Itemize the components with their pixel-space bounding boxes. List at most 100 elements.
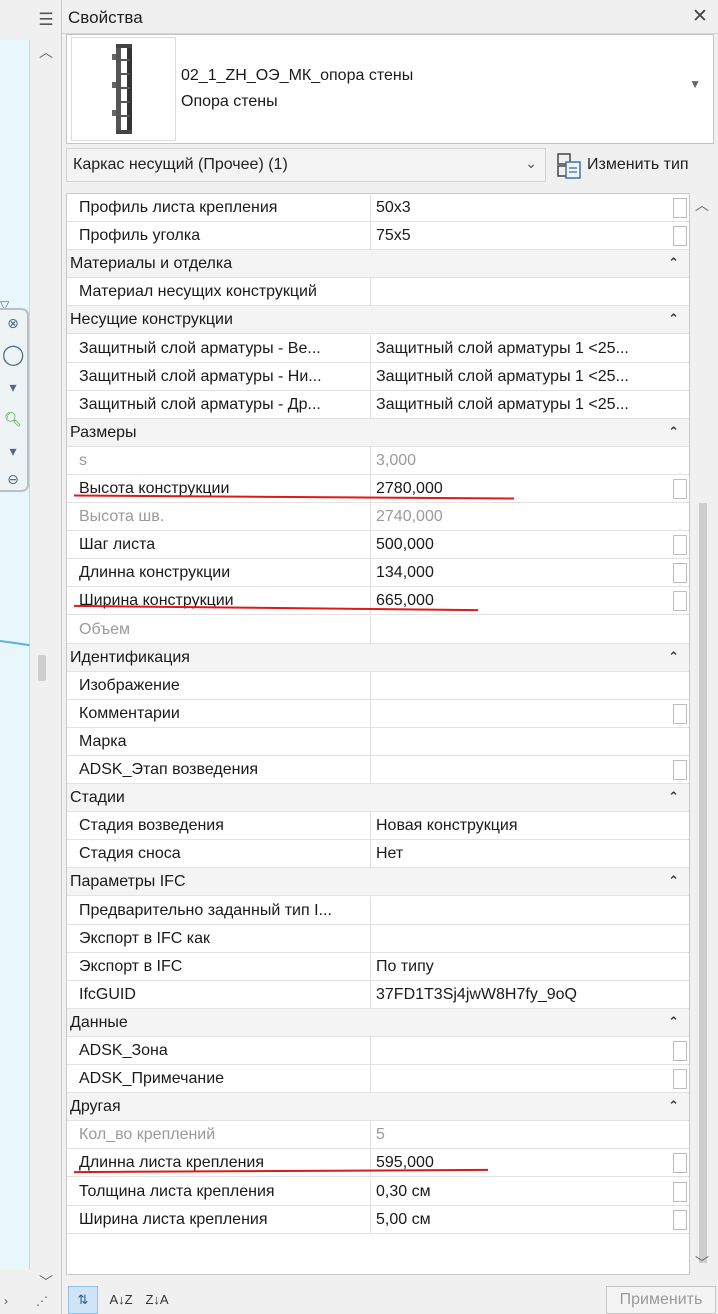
category-header[interactable]: Несущие конструкции ⌃ <box>67 306 689 335</box>
collapse-icon[interactable]: ⌃ <box>668 873 679 889</box>
property-value[interactable]: Защитный слой арматуры 1 <25... <box>376 396 674 414</box>
collapse-icon[interactable]: ⌃ <box>668 789 679 805</box>
property-row[interactable]: Марка <box>67 727 689 756</box>
associate-parameter-button[interactable] <box>673 1209 687 1230</box>
chevron-down-icon[interactable]: ▼ <box>689 77 701 91</box>
property-row[interactable]: Толщина листа крепления 0,30 см <box>67 1177 689 1206</box>
category-header[interactable]: Параметры IFC ⌃ <box>67 868 689 897</box>
property-value[interactable]: 500,000 <box>376 536 674 554</box>
property-value[interactable]: 37FD1T3Sj4jwW8H7fy_9oQ <box>376 986 674 1004</box>
sort-by-category-button[interactable]: ⇅ <box>68 1286 98 1314</box>
menu-icon[interactable]: ☰ <box>36 10 56 30</box>
steering-wheel-icon[interactable]: ◯ <box>2 344 24 366</box>
properties-scrollbar[interactable]: ︿ ﹀ <box>691 193 715 1275</box>
property-value[interactable]: По типу <box>376 958 674 976</box>
property-row[interactable]: Защитный слой арматуры - Ни... Защитный с… <box>67 362 689 391</box>
property-value[interactable]: Защитный слой арматуры 1 <25... <box>376 368 674 386</box>
sort-descending-button[interactable]: Z↓A <box>142 1286 172 1314</box>
collapse-icon[interactable]: ⌃ <box>668 1014 679 1030</box>
property-value[interactable]: 75x5 <box>376 227 674 245</box>
category-header[interactable]: Данные ⌃ <box>67 1008 689 1037</box>
sort-ascending-button[interactable]: A↓Z <box>106 1286 136 1314</box>
property-row[interactable]: Стадия сноса Нет <box>67 840 689 869</box>
instance-filter-dropdown[interactable]: Каркас несущий (Прочее) (1) ⌄ <box>66 148 546 182</box>
category-header[interactable]: Другая ⌃ <box>67 1093 689 1122</box>
associate-parameter-button[interactable] <box>673 1181 687 1202</box>
scrollbar-thumb[interactable] <box>699 503 707 1263</box>
property-row[interactable]: Защитный слой арматуры - Ве... Защитный с… <box>67 334 689 363</box>
property-value[interactable]: 5,00 см <box>376 1211 674 1229</box>
property-row[interactable]: Комментарии <box>67 699 689 728</box>
property-name: Стадия сноса <box>79 845 181 863</box>
property-value[interactable]: 0,30 см <box>376 1183 674 1201</box>
collapse-icon[interactable]: ⌃ <box>668 649 679 665</box>
resize-grip-icon[interactable]: ⋰ <box>36 1294 48 1308</box>
category-header[interactable]: Размеры ⌃ <box>67 418 689 447</box>
associate-parameter-button[interactable] <box>673 1069 687 1090</box>
scroll-up-icon[interactable]: ︿ <box>695 195 709 215</box>
view-canvas[interactable]: ▽ <box>0 40 30 1270</box>
close-icon[interactable]: ⊗ <box>2 312 24 334</box>
associate-parameter-button[interactable] <box>673 563 687 584</box>
property-row[interactable]: Экспорт в IFC как <box>67 924 689 953</box>
category-header[interactable]: Материалы и отделка ⌃ <box>67 250 689 279</box>
property-value[interactable]: Новая конструкция <box>376 817 674 835</box>
property-row[interactable]: IfcGUID 37FD1T3Sj4jwW8H7fy_9oQ <box>67 980 689 1009</box>
property-row[interactable]: Кол_во креплений 5 <box>67 1121 689 1150</box>
associate-parameter-button[interactable] <box>673 760 687 780</box>
property-row[interactable]: Экспорт в IFC По типу <box>67 952 689 981</box>
property-row[interactable]: ADSK_Зона <box>67 1037 689 1065</box>
zoom-icon[interactable]: 🔍︎ <box>2 408 24 430</box>
chevron-down-icon[interactable]: ▾ <box>2 440 24 462</box>
property-row[interactable]: Объем <box>67 615 689 644</box>
property-value[interactable]: Нет <box>376 845 674 863</box>
associate-parameter-button[interactable] <box>673 1041 687 1061</box>
type-selector[interactable]: 02_1_ZH_ОЭ_МК_опора стены Опора стены ▼ <box>66 34 714 144</box>
chevron-down-icon[interactable]: ▾ <box>2 376 24 398</box>
category-header[interactable]: Стадии ⌃ <box>67 784 689 813</box>
edit-type-button[interactable]: Изменить тип <box>552 148 714 182</box>
property-row[interactable]: Ширина конструкции 665,000 <box>67 587 689 616</box>
collapse-icon[interactable]: ⌃ <box>668 424 679 440</box>
property-row[interactable]: Высота шв. 2740,000 <box>67 503 689 532</box>
collapse-icon[interactable]: ⌃ <box>668 255 679 271</box>
associate-parameter-button[interactable] <box>673 535 687 556</box>
property-row[interactable]: Изображение <box>67 671 689 700</box>
panel-title-bar[interactable]: Свойства ✕ <box>62 0 718 34</box>
property-value[interactable]: 50x3 <box>376 199 674 217</box>
property-value[interactable]: 134,000 <box>376 564 674 582</box>
apply-button[interactable]: Применить <box>606 1286 716 1314</box>
property-row[interactable]: Длинна листа крепления 595,000 <box>67 1149 689 1178</box>
property-row[interactable]: s 3,000 <box>67 446 689 475</box>
property-row[interactable]: Предварительно заданный тип I... <box>67 896 689 925</box>
property-row[interactable]: Профиль листа крепления 50x3 <box>67 194 689 222</box>
property-row[interactable]: ADSK_Этап возведения <box>67 756 689 784</box>
minus-icon[interactable]: ⊖ <box>2 468 24 490</box>
property-row[interactable]: Ширина листа крепления 5,00 см <box>67 1205 689 1234</box>
associate-parameter-button[interactable] <box>673 703 687 724</box>
associate-parameter-button[interactable] <box>673 198 687 218</box>
property-row[interactable]: Материал несущих конструкций <box>67 278 689 307</box>
collapse-icon[interactable]: ⌃ <box>668 311 679 327</box>
property-value[interactable]: Защитный слой арматуры 1 <25... <box>376 340 674 358</box>
associate-parameter-button[interactable] <box>673 591 687 612</box>
property-row[interactable]: Высота конструкции 2780,000 <box>67 475 689 503</box>
chevron-right-icon[interactable]: › <box>4 1294 8 1308</box>
associate-parameter-button[interactable] <box>673 479 687 499</box>
associate-parameter-button[interactable] <box>673 226 687 247</box>
associate-parameter-button[interactable] <box>673 1153 687 1174</box>
property-row[interactable]: Шаг листа 500,000 <box>67 531 689 560</box>
collapse-icon[interactable]: ⌃ <box>668 1098 679 1114</box>
property-row[interactable]: ADSK_Примечание <box>67 1065 689 1094</box>
scroll-up-icon[interactable]: ︿ <box>36 42 56 62</box>
property-row[interactable]: Стадия возведения Новая конструкция <box>67 812 689 841</box>
property-row[interactable]: Длинна конструкции 134,000 <box>67 559 689 588</box>
property-row[interactable]: Защитный слой арматуры - Др... Защитный с… <box>67 390 689 419</box>
scroll-down-icon[interactable]: ﹀ <box>36 1272 56 1292</box>
property-row[interactable]: Профиль уголка 75x5 <box>67 222 689 251</box>
close-icon[interactable]: ✕ <box>690 6 710 28</box>
scroll-down-icon[interactable]: ﹀ <box>695 1253 709 1273</box>
property-value[interactable]: 2780,000 <box>376 480 674 498</box>
category-header[interactable]: Идентификация ⌃ <box>67 643 689 672</box>
scrollbar-thumb[interactable] <box>38 655 46 681</box>
